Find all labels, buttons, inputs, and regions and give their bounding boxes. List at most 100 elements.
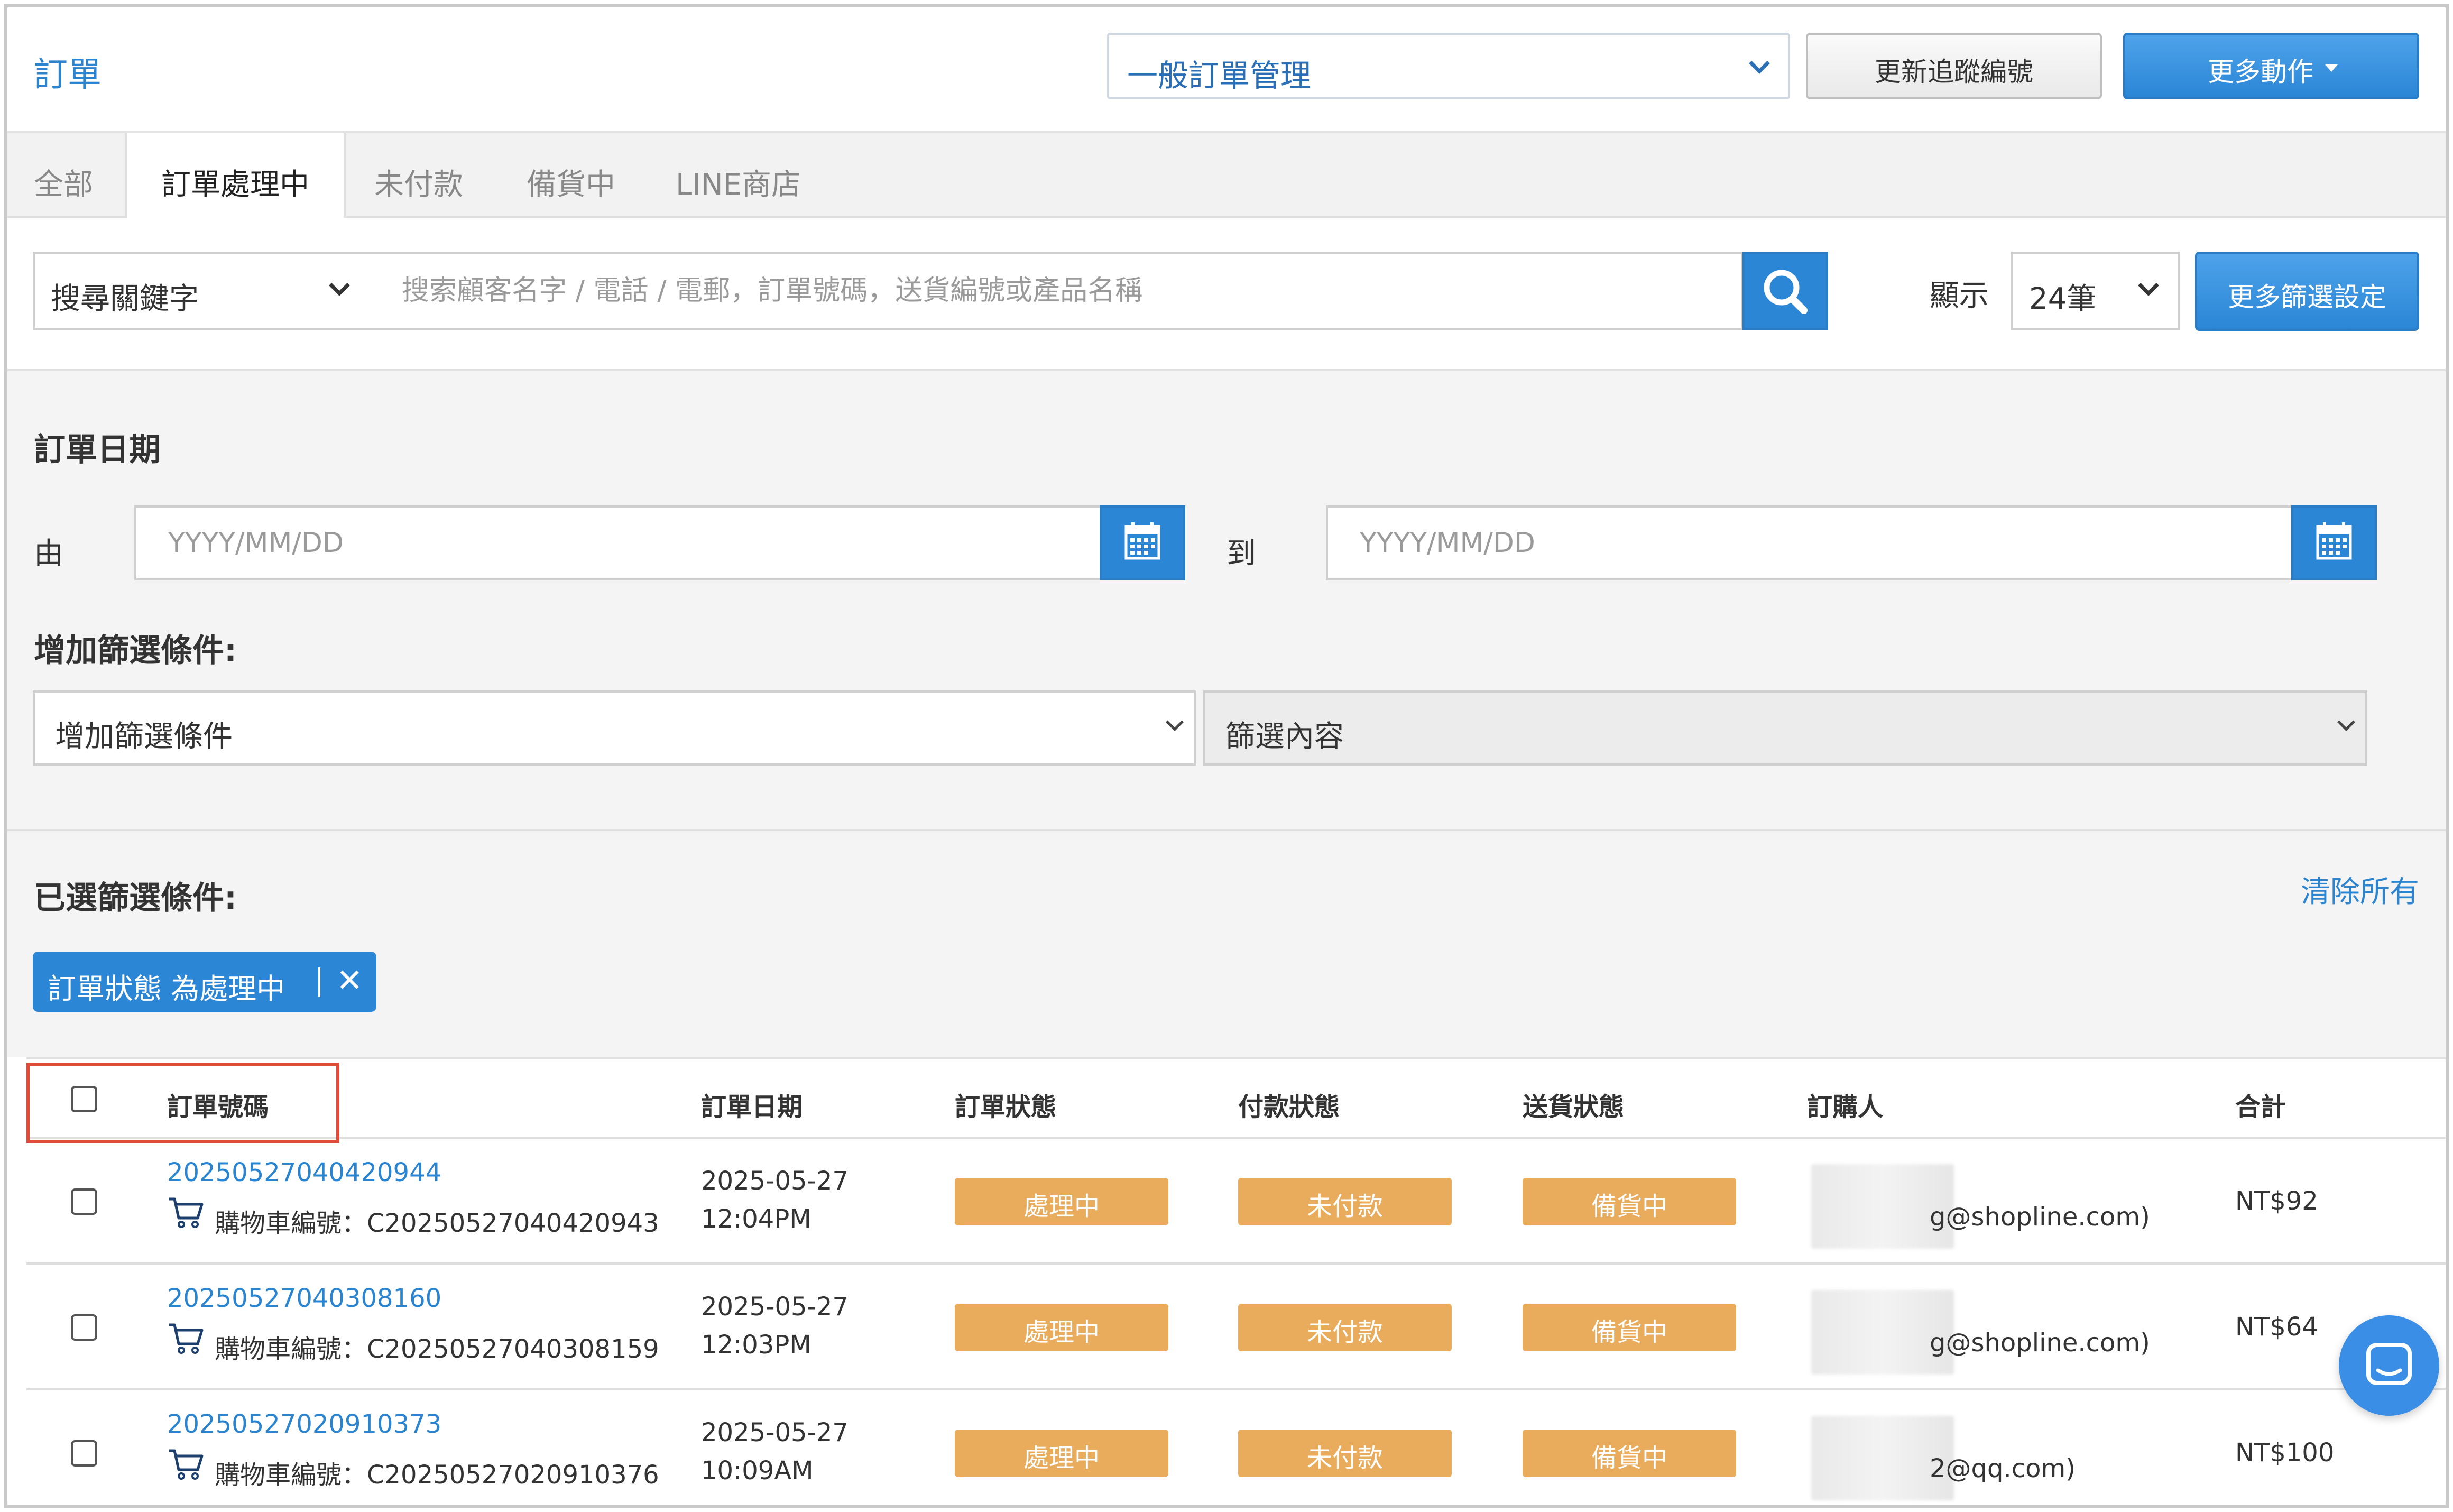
header-delivery-status: 送貨狀態 (1523, 1092, 1625, 1122)
orders-page: 訂單 一般訂單管理 更新追蹤編號 更多動作 全部 訂單處理中 未付款 備貨中 L… (4, 4, 2449, 1508)
chat-launcher-button[interactable] (2339, 1315, 2439, 1416)
buyer-email: g@shopline.com) (1930, 1202, 2150, 1232)
calendar-icon (1124, 522, 1160, 560)
add-filter-value: 增加篩選條件 (55, 720, 233, 754)
chip-separator (318, 967, 320, 997)
table-row[interactable]: 20250527020910373 購物車編號：C202505270209103… (26, 1390, 2446, 1505)
more-actions-label: 更多動作 (2208, 57, 2313, 87)
cart-icon (169, 1323, 204, 1354)
date-to-input[interactable] (1326, 505, 2293, 580)
update-tracking-label: 更新追蹤編號 (1875, 57, 2033, 87)
date-from-calendar-button[interactable] (1100, 505, 1185, 580)
filter-content-value: 篩選內容 (1225, 720, 1344, 754)
buyer-email: 2@qq.com) (1930, 1454, 2076, 1483)
chevron-down-icon (2337, 713, 2355, 731)
filter-chip-label: 訂單狀態 為處理中 (48, 972, 285, 1006)
tab-processing[interactable]: 訂單處理中 (125, 133, 346, 220)
keyword-type-select[interactable]: 搜尋關鍵字 (33, 252, 371, 330)
per-page-value: 24筆 (2029, 282, 2097, 316)
tab-preparing[interactable]: 備貨中 (527, 133, 615, 218)
from-label: 由 (34, 537, 63, 571)
order-time: 10:09AM (701, 1456, 814, 1486)
chevron-down-icon (1749, 53, 1770, 74)
order-total: NT$92 (2235, 1186, 2318, 1216)
date-to-calendar-button[interactable] (2291, 505, 2377, 580)
row-checkbox[interactable] (71, 1188, 97, 1215)
delivery-status-badge: 備貨中 (1523, 1178, 1736, 1225)
table-row[interactable]: 20250527040308160 購物車編號：C202505270403081… (26, 1265, 2446, 1390)
payment-status-badge: 未付款 (1238, 1178, 1452, 1225)
chevron-down-icon (329, 275, 350, 296)
filter-panel: 訂單日期 由 到 增加篩選條件: 增加篩選條件 (7, 371, 2446, 1057)
highlight-box (26, 1063, 339, 1143)
row-checkbox[interactable] (71, 1314, 97, 1341)
search-button[interactable] (1742, 252, 1828, 330)
page-title: 訂單 (34, 56, 102, 95)
header-total[interactable]: 合計 (2235, 1086, 2286, 1123)
chevron-down-icon (2138, 275, 2159, 296)
order-time: 12:03PM (701, 1330, 811, 1360)
tab-unpaid[interactable]: 未付款 (374, 133, 463, 218)
order-total: NT$64 (2235, 1312, 2318, 1342)
selected-filters-heading: 已選篩選條件: (34, 880, 237, 917)
add-filter-heading: 增加篩選條件: (34, 632, 237, 669)
order-date: 2025-05-27 (701, 1166, 849, 1196)
show-label: 顯示 (1930, 279, 1989, 313)
date-from-input[interactable] (134, 505, 1102, 580)
cart-number: 購物車編號：C20250527040420943 (215, 1209, 659, 1238)
header-payment-status: 付款狀態 (1238, 1092, 1340, 1122)
order-date-heading: 訂單日期 (34, 431, 161, 468)
order-status-badge: 處理中 (955, 1304, 1168, 1351)
status-tabs: 全部 訂單處理中 未付款 備貨中 LINE商店 (7, 133, 2446, 220)
delivery-status-badge: 備貨中 (1523, 1430, 1736, 1477)
header-order-date[interactable]: 訂單日期 (701, 1086, 803, 1123)
cart-number: 購物車編號：C20250527020910376 (215, 1460, 659, 1490)
search-bar: 搜尋關鍵字 顯示 24筆 更多篩選設定 (7, 218, 2446, 371)
cart-icon (169, 1197, 204, 1228)
more-actions-button[interactable]: 更多動作 (2123, 33, 2419, 99)
payment-status-badge: 未付款 (1238, 1430, 1452, 1477)
order-number-link[interactable]: 20250527020910373 (167, 1409, 441, 1439)
cart-icon (169, 1449, 204, 1480)
caret-down-icon (2325, 64, 2338, 72)
order-status-badge: 處理中 (955, 1430, 1168, 1477)
divider (7, 829, 2446, 831)
order-management-value: 一般訂單管理 (1127, 58, 1312, 94)
tab-all[interactable]: 全部 (34, 133, 93, 218)
order-date: 2025-05-27 (701, 1292, 849, 1322)
header-buyer: 訂購人 (1807, 1092, 1884, 1122)
header-order-status: 訂單狀態 (955, 1092, 1057, 1122)
per-page-select[interactable]: 24筆 (2011, 252, 2180, 330)
chat-icon (2366, 1343, 2412, 1385)
cart-number: 購物車編號：C20250527040308159 (215, 1334, 659, 1364)
chevron-down-icon (1166, 713, 1184, 731)
orders-table: 訂單號碼 訂單日期 訂單狀態 付款狀態 送貨狀態 訂購人 合計 20250527… (26, 1057, 2446, 1505)
tab-line-shop[interactable]: LINE商店 (676, 133, 801, 218)
page-header: 訂單 一般訂單管理 更新追蹤編號 更多動作 (7, 7, 2446, 133)
clear-all-link[interactable]: 清除所有 (2301, 868, 2419, 911)
update-tracking-button[interactable]: 更新追蹤編號 (1806, 33, 2102, 99)
table-row[interactable]: 20250527040420944 購物車編號：C202505270404209… (26, 1139, 2446, 1265)
calendar-icon (2316, 522, 2352, 560)
payment-status-badge: 未付款 (1238, 1304, 1452, 1351)
search-input[interactable] (369, 252, 1744, 330)
delivery-status-badge: 備貨中 (1523, 1304, 1736, 1351)
filter-chip: 訂單狀態 為處理中 ✕ (33, 952, 376, 1012)
order-status-badge: 處理中 (955, 1178, 1168, 1225)
add-filter-select[interactable]: 增加篩選條件 (33, 690, 1196, 766)
order-total: NT$100 (2235, 1438, 2335, 1468)
search-icon (1764, 270, 1808, 314)
filter-content-select[interactable]: 篩選內容 (1203, 690, 2367, 766)
close-icon[interactable]: ✕ (336, 962, 363, 999)
buyer-email: g@shopline.com) (1930, 1328, 2150, 1358)
to-label: 到 (1226, 537, 1256, 571)
order-number-link[interactable]: 20250527040308160 (167, 1284, 441, 1313)
more-filters-button[interactable]: 更多篩選設定 (2195, 252, 2419, 331)
order-management-select[interactable]: 一般訂單管理 (1107, 33, 1790, 99)
row-checkbox[interactable] (71, 1440, 97, 1467)
keyword-type-value: 搜尋關鍵字 (51, 282, 199, 316)
more-filters-label: 更多篩選設定 (2228, 282, 2386, 312)
order-date: 2025-05-27 (701, 1418, 849, 1448)
table-header: 訂單號碼 訂單日期 訂單狀態 付款狀態 送貨狀態 訂購人 合計 (26, 1057, 2446, 1143)
order-number-link[interactable]: 20250527040420944 (167, 1158, 441, 1187)
